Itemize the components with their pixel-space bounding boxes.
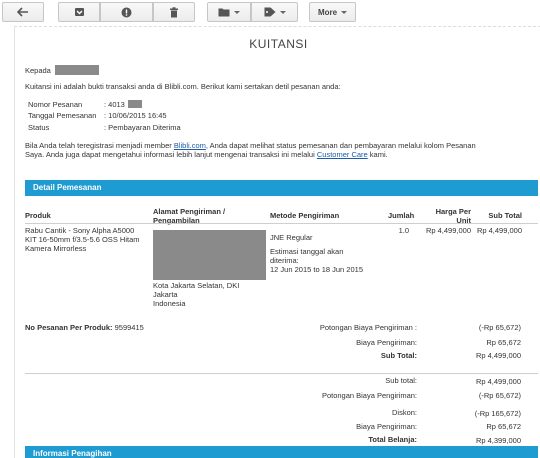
labels-button[interactable]	[251, 2, 298, 22]
shipping-method: JNE Regular	[270, 233, 313, 242]
move-to-folder-button[interactable]	[207, 2, 251, 22]
totals-shipping-label: Biaya Pengiriman:	[356, 422, 417, 431]
totals-subtotal-value: Rp 4,499,000	[475, 377, 521, 386]
redacted-order-number	[128, 100, 142, 108]
back-button[interactable]	[2, 2, 44, 22]
col-header-harga-line1: Harga Per	[435, 207, 471, 216]
redacted-name	[55, 65, 99, 75]
more-label: More	[317, 7, 338, 17]
unit-price-value: Rp 4,499,000	[425, 226, 471, 235]
totals-ship-discount-value: (-Rp 65,672)	[478, 391, 521, 400]
order-date-label: Tanggal Pemesanan	[28, 111, 97, 120]
intro-text: Kuitansi ini adalah bukti transaksi anda…	[25, 82, 341, 91]
col-header-metode: Metode Pengiriman	[270, 211, 340, 220]
totals-discount-label: Diskon:	[391, 408, 417, 417]
per-product-value: 9599415	[114, 323, 144, 332]
order-date-value: : 10/06/2015 16:45	[104, 111, 167, 120]
more-button[interactable]: More	[309, 2, 356, 22]
toolbar: More	[0, 0, 540, 26]
folder-icon	[218, 8, 230, 17]
order-number-value: : 4013	[104, 100, 125, 109]
pp-discount-value: (-Rp 65,672)	[478, 323, 521, 332]
chevron-down-icon	[234, 10, 240, 14]
tag-icon	[264, 7, 275, 17]
totals-subtotal-label: Sub total:	[385, 376, 417, 385]
arrow-left-icon	[17, 7, 28, 17]
row-subtotal-value: Rp 4,499,000	[476, 226, 522, 235]
estimate-line3: 12 Jun 2015 to 18 Jun 2015	[270, 265, 363, 274]
delete-button[interactable]	[153, 2, 195, 22]
pp-subtotal-value: Rp 4,499,000	[475, 351, 521, 360]
notice-line-2: Saya. Anda juga dapat mengetahui informa…	[25, 150, 388, 160]
product-name-line3: Kamera Mirrorless	[25, 244, 87, 253]
totals-shipping-value: Rp 65,672	[486, 422, 521, 431]
archive-button[interactable]	[58, 2, 100, 22]
order-status-label: Status	[28, 123, 50, 132]
quantity-value: 1.0	[398, 226, 409, 235]
report-spam-button[interactable]	[100, 2, 153, 22]
table-divider	[25, 223, 538, 224]
receipt-title: KUITANSI	[249, 37, 308, 51]
totals-grand-value: Rp 4,399,000	[475, 436, 521, 445]
pp-shipping-label: Biaya Pengiriman:	[356, 338, 417, 347]
pp-shipping-value: Rp 65,672	[486, 338, 521, 347]
email-body: KUITANSI Kepada Kuitansi ini adalah bukt…	[14, 26, 540, 458]
col-header-produk: Produk	[25, 211, 51, 220]
per-product-label: No Pesanan Per Produk: 9599415	[25, 323, 144, 333]
pp-subtotal-label: Sub Total:	[380, 351, 417, 360]
greeting: Kepada	[25, 66, 51, 75]
pp-discount-label: Potongan Biaya Pengiriman :	[319, 323, 417, 332]
notice-text: Bila Anda telah teregistrasi menjadi mem…	[25, 141, 174, 150]
detail-section-header: Detail Pemesanan	[25, 180, 538, 196]
order-status-value: : Pembayaran Diterima	[104, 123, 181, 132]
redacted-address	[153, 230, 266, 280]
col-header-alamat-line1: Alamat Pengiriman /	[153, 207, 226, 216]
totals-discount-value: (-Rp 165,672)	[474, 409, 521, 418]
totals-grand-label: Total Belanja:	[368, 435, 417, 444]
notice-text: kami.	[367, 150, 388, 159]
blibli-link[interactable]: Blibli.com	[174, 141, 206, 150]
chevron-down-icon	[279, 10, 286, 14]
chevron-down-icon	[341, 10, 348, 14]
col-header-subtotal: Sub Total	[488, 211, 522, 220]
summary-divider	[25, 373, 538, 374]
trash-icon	[170, 6, 178, 17]
archive-icon	[74, 8, 84, 16]
address-line3: Indonesia	[153, 299, 186, 308]
billing-section-header: Informasi Penagihan	[25, 446, 538, 458]
notice-text: , Anda dapat melihat status pemesanan da…	[205, 141, 476, 150]
report-spam-icon	[121, 7, 132, 17]
notice-text: Saya. Anda juga dapat mengetahui informa…	[25, 150, 317, 159]
col-header-jumlah: Jumlah	[388, 211, 415, 220]
order-number-label: Nomor Pesanan	[28, 100, 83, 109]
totals-ship-discount-label: Potongan Biaya Pengiriman:	[321, 391, 417, 400]
per-product-label-text: No Pesanan Per Produk:	[25, 323, 113, 332]
customer-care-link[interactable]: Customer Care	[317, 150, 368, 159]
